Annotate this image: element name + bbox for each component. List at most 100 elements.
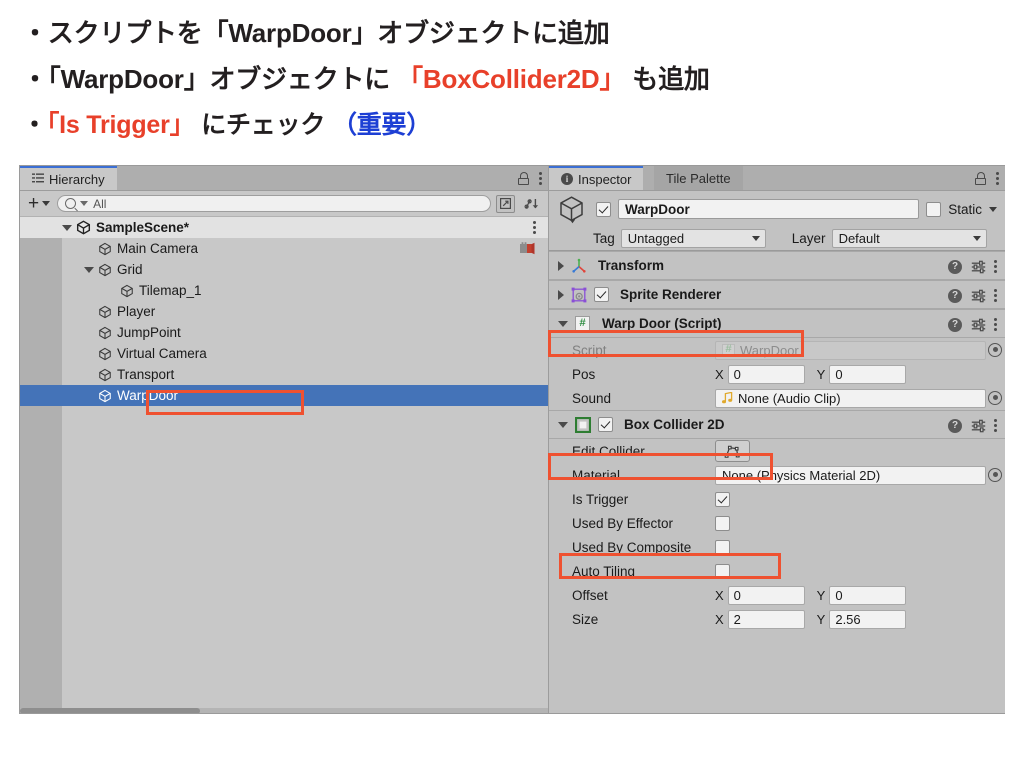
field-offset-x[interactable]: 0 [727, 585, 805, 605]
lock-icon[interactable] [518, 171, 529, 185]
field-size-y[interactable]: 2.56 [829, 609, 907, 629]
help-icon[interactable]: ? [948, 418, 962, 433]
help-icon[interactable]: ? [948, 317, 962, 332]
field-pos-x[interactable]: 0 [727, 364, 805, 384]
object-field-sound[interactable]: None (Audio Clip) [715, 388, 1002, 408]
help-icon[interactable]: ? [948, 259, 962, 274]
hierarchy-panel: Hierarchy + All SampleScene* Main Camera… [20, 166, 548, 713]
component-menu-icon[interactable] [994, 260, 997, 273]
lock-icon[interactable] [975, 171, 986, 185]
hierarchy-search-input[interactable]: All [57, 195, 491, 212]
hierarchy-item-warpdoor[interactable]: WarpDoor [20, 385, 548, 406]
tab-hierarchy[interactable]: Hierarchy [20, 166, 117, 190]
hierarchy-item-transport[interactable]: Transport [20, 364, 548, 385]
property-row-used-by-effector: Used By Effector [549, 511, 1005, 535]
object-field-material[interactable]: None (Physics Material 2D) [715, 465, 1002, 485]
gameobject-icon [98, 368, 112, 382]
bullet-3-text-c: にチェック [194, 111, 332, 139]
hierarchy-toolbar: + All [20, 191, 548, 217]
preset-icon[interactable] [971, 289, 986, 303]
tab-inspector-label: Inspector [578, 171, 632, 187]
help-icon[interactable]: ? [948, 288, 962, 303]
hierarchy-menu-icon[interactable] [539, 171, 542, 185]
open-in-new-window-icon[interactable] [496, 194, 515, 213]
object-header-row-2: Tag Untagged Layer Default [557, 227, 997, 249]
preset-icon[interactable] [971, 260, 986, 274]
gameobject-icon [120, 284, 134, 298]
disclosure-triangle-collapsed-icon[interactable] [558, 289, 564, 300]
bullet-line-1: ・スクリプトを「WarpDoor」オブジェクトに追加 [22, 13, 610, 50]
component-menu-icon[interactable] [994, 289, 997, 302]
field-offset-y[interactable]: 0 [829, 585, 907, 605]
object-field-script[interactable]: # WarpDoor [715, 340, 1002, 360]
field-size-x[interactable]: 2 [727, 609, 805, 629]
hierarchy-item-tilemap-1[interactable]: Tilemap_1 [20, 280, 548, 301]
disclosure-triangle-placeholder [84, 393, 94, 399]
tag-dropdown[interactable]: Untagged [620, 228, 766, 248]
component-header-transform[interactable]: Transform? [549, 251, 1005, 280]
static-checkbox[interactable] [926, 201, 942, 217]
inspector-tabbar: i Inspector Tile Palette [549, 166, 1005, 191]
bullet-3-text-highlight: 「Is Trigger」 [46, 111, 195, 139]
audio-clip-icon [722, 392, 733, 404]
object-picker-icon[interactable] [988, 467, 1002, 482]
component-header-box-collider-2d[interactable]: Box Collider 2D? [549, 410, 1005, 439]
component-menu-icon[interactable] [994, 318, 997, 331]
component-menu-icon[interactable] [994, 419, 997, 432]
add-gameobject-button[interactable]: + [26, 194, 52, 213]
edit-collider-button[interactable] [715, 440, 750, 462]
tab-tile-palette[interactable]: Tile Palette [654, 166, 743, 190]
disclosure-triangle-expanded-icon[interactable] [62, 224, 72, 231]
component-title: Box Collider 2D [624, 417, 725, 432]
component-header-actions: ? [948, 310, 997, 339]
hierarchy-item-player[interactable]: Player [20, 301, 548, 322]
inspector-menu-icon[interactable] [996, 171, 999, 185]
bullet-3-marker: ・ [22, 111, 47, 139]
component-enabled-checkbox-sprite-renderer[interactable] [594, 287, 609, 302]
disclosure-triangle-expanded-icon[interactable] [558, 320, 568, 327]
static-dropdown-chevron-icon[interactable] [989, 206, 997, 212]
tab-inspector[interactable]: i Inspector [549, 166, 644, 190]
component-enabled-checkbox-box-collider-2d[interactable] [598, 417, 613, 432]
bullet-2-text-a: ・「WarpDoor」オブジェクトに [22, 64, 398, 94]
object-picker-icon[interactable] [988, 342, 1002, 357]
gameobject-icon [98, 242, 112, 256]
bullet-3-text-important: （重要） [331, 111, 432, 139]
preset-icon[interactable] [971, 318, 986, 332]
gameobject-icon [98, 347, 112, 361]
object-picker-icon[interactable] [988, 390, 1002, 405]
gameobject-enabled-checkbox[interactable] [596, 201, 611, 217]
layer-dropdown[interactable]: Default [831, 228, 987, 248]
disclosure-triangle-expanded-icon[interactable] [84, 266, 94, 273]
component-title: Warp Door (Script) [602, 316, 722, 331]
property-row-sound: Sound None (Audio Clip) [549, 386, 1005, 410]
hierarchy-tree: SampleScene* Main Camera Grid Tilemap_1 Play… [20, 217, 548, 713]
component-header-warp-door-script[interactable]: # Warp Door (Script)? [549, 309, 1005, 338]
inspector-panel: i Inspector Tile Palette WarpDoor Static… [548, 166, 1005, 713]
checkbox-is-trigger[interactable] [715, 491, 730, 507]
hierarchy-hscrollbar-thumb[interactable] [20, 708, 200, 713]
component-header-sprite-renderer[interactable]: Sprite Renderer? [549, 280, 1005, 309]
scene-context-menu-icon[interactable] [533, 221, 536, 234]
checkbox-auto-tiling[interactable] [715, 563, 730, 579]
gameobject-name-input[interactable]: WarpDoor [618, 199, 920, 219]
property-label: Used By Effector [572, 515, 674, 531]
unity-editor-window: Hierarchy + All SampleScene* Main Camera… [20, 166, 1005, 713]
property-row-script: Script # WarpDoor [549, 338, 1005, 362]
disclosure-triangle-collapsed-icon[interactable] [558, 260, 564, 271]
checkbox-used-by-composite[interactable] [715, 539, 730, 555]
bullet-2-text-c: も追加 [625, 64, 710, 94]
field-pos-y[interactable]: 0 [829, 364, 907, 384]
hierarchy-item-main-camera[interactable]: Main Camera [20, 238, 548, 259]
preset-icon[interactable] [971, 419, 986, 433]
hierarchy-item-jumppoint[interactable]: JumpPoint [20, 322, 548, 343]
disclosure-triangle-expanded-icon[interactable] [558, 421, 568, 428]
checkbox-used-by-effector[interactable] [715, 515, 730, 531]
property-label: Auto Tiling [572, 563, 636, 579]
search-filter-chevron-icon[interactable] [80, 201, 89, 206]
hierarchy-item-virtual-camera[interactable]: Virtual Camera [20, 343, 548, 364]
sort-icon[interactable] [520, 195, 542, 213]
object-field-value: None (Audio Clip) [738, 390, 841, 406]
hierarchy-item-samplescene[interactable]: SampleScene* [20, 217, 548, 238]
hierarchy-item-grid[interactable]: Grid [20, 259, 548, 280]
